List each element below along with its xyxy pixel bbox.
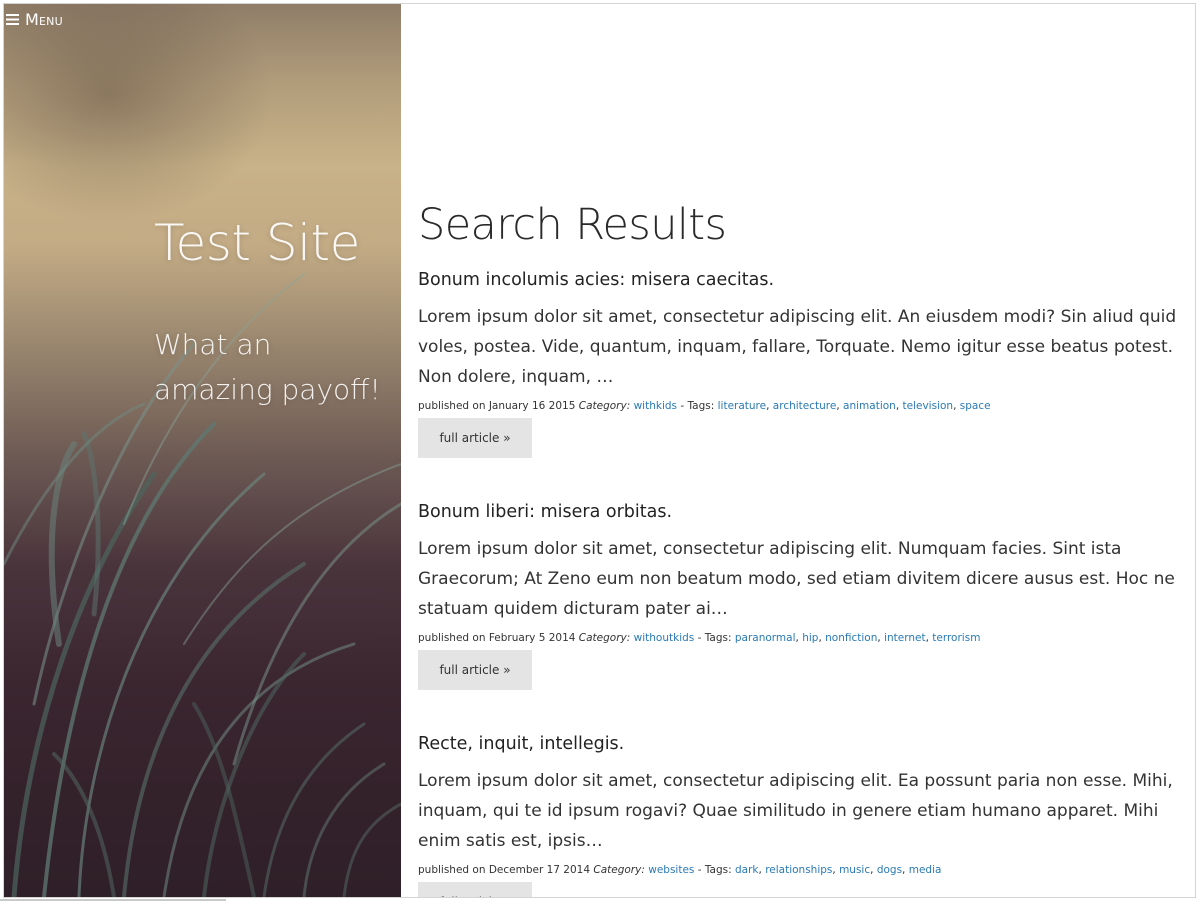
article-meta: published on December 17 2014 Category: … [418,864,942,876]
tags-label-text: - Tags: [697,632,732,644]
category-label: Category: [593,864,645,876]
full-article-button[interactable]: full article » [418,882,532,897]
tags-label: - Tags: [698,632,732,644]
tag-link[interactable]: nonfiction [825,632,877,644]
article-item: Bonum incolumis acies: misera caecitas. … [418,268,1183,458]
category-label: Category: [578,632,631,644]
tag-link[interactable]: television [903,400,954,412]
tag-link[interactable]: media [909,864,942,876]
menu-button[interactable]: Menu [6,9,63,29]
tag-link[interactable]: space [960,400,991,412]
grass-background-image [4,273,401,897]
tag-link[interactable]: paranormal [735,632,796,644]
hamburger-icon [6,13,19,25]
horizontal-scrollbar[interactable] [0,899,226,901]
article-title[interactable]: Bonum liberi: misera orbitas. [418,500,1183,524]
category-label: Category: [578,400,631,412]
tags-label: - Tags: [680,400,714,412]
full-article-button[interactable]: full article » [418,418,532,458]
article-title[interactable]: Recte, inquit, intellegis. [418,732,1183,756]
tag-link[interactable]: animation [843,400,896,412]
tags-label-text: - Tags: [680,400,715,412]
article-excerpt: Lorem ipsum dolor sit amet, consectetur … [418,771,1173,851]
tag-link[interactable]: music [839,864,870,876]
article-item: Bonum liberi: misera orbitas. Lorem ipsu… [418,500,1183,690]
tag-link[interactable]: hip [802,632,818,644]
menu-label: Menu [25,9,63,29]
tags-label-text: - Tags: [697,864,732,876]
category-link[interactable]: websites [648,864,694,876]
site-title[interactable]: Test Site [154,214,360,272]
main-content: Search Results Bonum incolumis acies: mi… [418,4,1183,897]
published-date: published on December 17 2014 [418,864,591,876]
article-excerpt: Lorem ipsum dolor sit amet, consectetur … [418,307,1177,387]
tag-link[interactable]: literature [718,400,766,412]
tags-label: - Tags: [698,864,732,876]
published-date: published on January 16 2015 [418,400,576,412]
tag-link[interactable]: relationships [765,864,832,876]
tag-link[interactable]: dogs [877,864,902,876]
category-link[interactable]: withkids [634,400,677,412]
full-article-button[interactable]: full article » [418,650,532,690]
page-frame: Menu Test Site What an amazing payoff! S… [3,3,1196,898]
site-tagline: What an amazing payoff! [154,328,381,406]
tag-link[interactable]: dark [735,864,759,876]
category-link[interactable]: withoutkids [634,632,695,644]
tag-link[interactable]: terrorism [932,632,980,644]
article-meta: published on February 5 2014 Category: w… [418,632,981,644]
article-title[interactable]: Bonum incolumis acies: misera caecitas. [418,268,1183,292]
article-excerpt: Lorem ipsum dolor sit amet, consectetur … [418,539,1175,619]
published-date: published on February 5 2014 [418,632,576,644]
hero-sidebar: Menu Test Site What an amazing payoff! [4,4,401,897]
page-title: Search Results [418,200,727,250]
tag-link[interactable]: architecture [773,400,837,412]
tag-link[interactable]: internet [884,632,926,644]
article-meta: published on January 16 2015 Category: w… [418,400,991,412]
article-item: Recte, inquit, intellegis. Lorem ipsum d… [418,732,1183,897]
